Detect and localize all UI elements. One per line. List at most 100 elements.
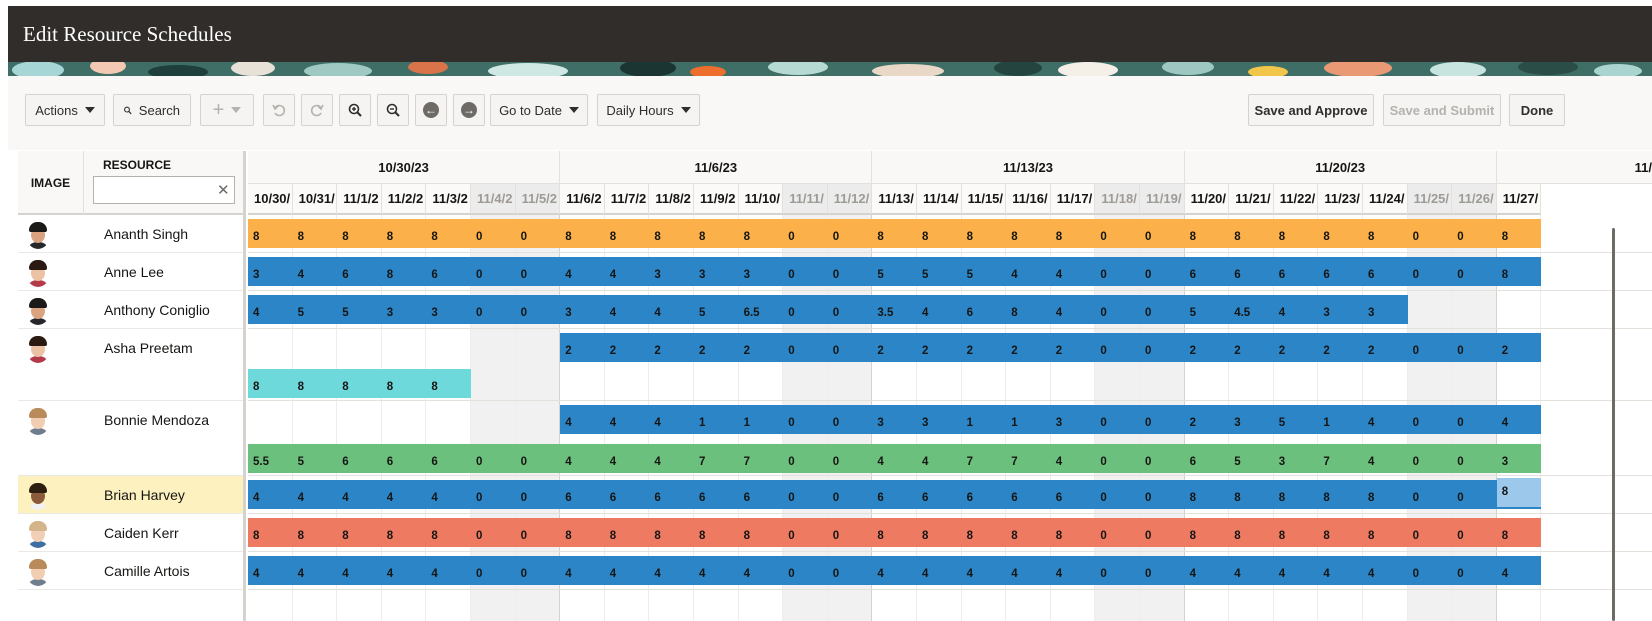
daily-hours-value[interactable]: 0 — [1452, 442, 1497, 471]
search-button[interactable]: Search — [113, 94, 191, 126]
daily-hours-value[interactable]: 6 — [694, 478, 739, 507]
daily-hours-value[interactable]: 6 — [1051, 478, 1096, 507]
go-to-date-button[interactable]: Go to Date — [490, 94, 588, 126]
daily-hours-value[interactable]: 2 — [649, 331, 694, 360]
daily-hours-value[interactable]: 4 — [739, 554, 784, 583]
resource-name[interactable]: Caiden Kerr — [104, 525, 179, 541]
daily-hours-value[interactable]: 0 — [1452, 516, 1497, 545]
daily-hours-value[interactable]: 0 — [1408, 516, 1453, 545]
daily-hours-value[interactable]: 0 — [828, 255, 873, 284]
daily-hours-value[interactable]: 0 — [1452, 331, 1497, 360]
daily-hours-value[interactable]: 1 — [739, 403, 784, 432]
daily-hours-value[interactable]: 4 — [1497, 403, 1542, 432]
daily-hours-value[interactable]: 6 — [382, 442, 427, 471]
daily-hours-value[interactable]: 8 — [962, 217, 1007, 246]
assignment-bar[interactable]: 5.5 5 6 6 6 0 0 4 4 4 7 7 0 0 4 4 7 7 4 0 0 6 5 3 7 4 0 0 3 — [248, 442, 1542, 473]
daily-hours-value[interactable]: 8 — [1497, 255, 1542, 284]
daily-hours-value[interactable]: 0 — [1452, 554, 1497, 583]
daily-hours-value[interactable]: 0 — [1140, 217, 1185, 246]
save-and-approve-button[interactable]: Save and Approve — [1248, 94, 1374, 126]
assignment-bar[interactable]: 88888 — [248, 369, 471, 398]
daily-hours-value[interactable]: 4 — [605, 442, 650, 471]
daily-hours-value[interactable]: 8 — [337, 516, 382, 545]
resource-row[interactable]: Ananth Singh — [18, 215, 243, 253]
daily-hours-value[interactable]: 8 — [739, 516, 784, 545]
daily-hours-value[interactable]: 1 — [1006, 403, 1051, 432]
daily-hours-value[interactable]: 0 — [516, 554, 561, 583]
daily-hours-value[interactable]: 4 — [337, 478, 382, 507]
daily-hours-value[interactable]: 0 — [1095, 554, 1140, 583]
daily-hours-value[interactable]: 8 — [382, 217, 427, 246]
daily-hours-value[interactable]: 2 — [560, 331, 605, 360]
daily-hours-value[interactable]: 0 — [1095, 293, 1140, 322]
daily-hours-value[interactable]: 8 — [649, 516, 694, 545]
daily-hours-value[interactable]: 3 — [1274, 442, 1319, 471]
daily-hours-value[interactable]: 0 — [1408, 403, 1453, 432]
daily-hours-value[interactable]: 2 — [1318, 331, 1363, 360]
daily-hours-value[interactable]: 3 — [1363, 293, 1408, 322]
daily-hours-value[interactable]: 8 — [1274, 217, 1319, 246]
daily-hours-value[interactable]: 2 — [1363, 331, 1408, 360]
daily-hours-value[interactable]: 8 — [248, 516, 293, 545]
resource-row[interactable]: Anthony Coniglio — [18, 291, 243, 329]
daily-hours-value[interactable]: 8 — [1497, 217, 1542, 246]
daily-hours-value[interactable]: 0 — [828, 293, 873, 322]
daily-hours-value[interactable]: 8 — [1363, 478, 1408, 507]
daily-hours-value[interactable]: 8 — [560, 516, 605, 545]
daily-hours-value[interactable]: 6 — [872, 478, 917, 507]
actions-menu-button[interactable]: Actions — [25, 94, 105, 126]
image-column-header[interactable]: IMAGE — [18, 151, 84, 215]
daily-hours-value[interactable]: 4 — [917, 442, 962, 471]
daily-hours-value[interactable]: 6 — [426, 255, 471, 284]
daily-hours-value[interactable]: 1 — [1318, 403, 1363, 432]
daily-hours-value[interactable]: 6 — [962, 293, 1007, 322]
daily-hours-value[interactable]: 8 — [1185, 217, 1230, 246]
resource-filter-input[interactable] — [93, 176, 235, 204]
daily-hours-value[interactable]: 8 — [1185, 478, 1230, 507]
daily-hours-value[interactable]: 2 — [1051, 331, 1096, 360]
daily-hours-value[interactable]: 4 — [962, 554, 1007, 583]
daily-hours-value[interactable]: 6 — [1006, 478, 1051, 507]
daily-hours-value[interactable]: 3 — [1051, 403, 1096, 432]
daily-hours-value[interactable]: 2 — [1497, 331, 1542, 360]
assignment-bar[interactable]: 4 5 5 3 3 0 0 3 4 4 5 6.5 0 0 3.5 4 6 8 4 0 0 5 4.5 4 3 3 — [248, 295, 1408, 324]
daily-hours-value[interactable]: 8 — [739, 217, 784, 246]
daily-hours-value[interactable]: 0 — [783, 554, 828, 583]
daily-hours-value[interactable]: 6 — [1363, 255, 1408, 284]
daily-hours-value[interactable]: 4 — [1051, 554, 1096, 583]
daily-hours-value[interactable]: 6 — [1185, 255, 1230, 284]
resource-name[interactable]: Brian Harvey — [104, 487, 185, 503]
daily-hours-value[interactable]: 2 — [1274, 331, 1319, 360]
daily-hours-value[interactable]: 5 — [337, 293, 382, 322]
daily-hours-value[interactable]: 0 — [828, 554, 873, 583]
daily-hours-value[interactable]: 4 — [248, 478, 293, 507]
daily-hours-value[interactable]: 3 — [1318, 293, 1363, 322]
daily-hours-value[interactable]: 0 — [1140, 255, 1185, 284]
daily-hours-value[interactable]: 0 — [1095, 217, 1140, 246]
daily-hours-value[interactable]: 2 — [605, 331, 650, 360]
daily-hours-value[interactable]: 0 — [783, 255, 828, 284]
assignment-bar[interactable]: 34686004433300555440066666008 — [248, 255, 1542, 286]
daily-hours-value[interactable]: 0 — [471, 217, 516, 246]
done-button[interactable]: Done — [1509, 94, 1565, 126]
daily-hours-value[interactable]: 8 — [917, 217, 962, 246]
vertical-scrollbar[interactable] — [1612, 228, 1615, 621]
daily-hours-value[interactable]: 6 — [649, 478, 694, 507]
daily-hours-value[interactable]: 0 — [783, 217, 828, 246]
daily-hours-value[interactable]: 0 — [828, 478, 873, 507]
assignment-bar[interactable]: 44444006666600666660088888008 — [248, 478, 1542, 509]
daily-hours-value[interactable]: 5 — [962, 255, 1007, 284]
daily-hours-value[interactable]: 8 — [560, 217, 605, 246]
resource-row[interactable]: Anne Lee — [18, 253, 243, 291]
daily-hours-value[interactable]: 0 — [828, 403, 873, 432]
daily-hours-value[interactable]: 4 — [1051, 293, 1096, 322]
daily-hours-value[interactable]: 0 — [1140, 554, 1185, 583]
daily-hours-value[interactable]: 8 — [1318, 217, 1363, 246]
daily-hours-value[interactable]: 3 — [426, 293, 471, 322]
daily-hours-value[interactable]: 8 — [426, 516, 471, 545]
daily-hours-value[interactable]: 4 — [293, 255, 338, 284]
daily-hours-value[interactable]: 7 — [1318, 442, 1363, 471]
daily-hours-value[interactable]: 6 — [1229, 255, 1274, 284]
resource-name[interactable]: Asha Preetam — [104, 340, 193, 356]
daily-hours-value[interactable]: 4 — [426, 554, 471, 583]
